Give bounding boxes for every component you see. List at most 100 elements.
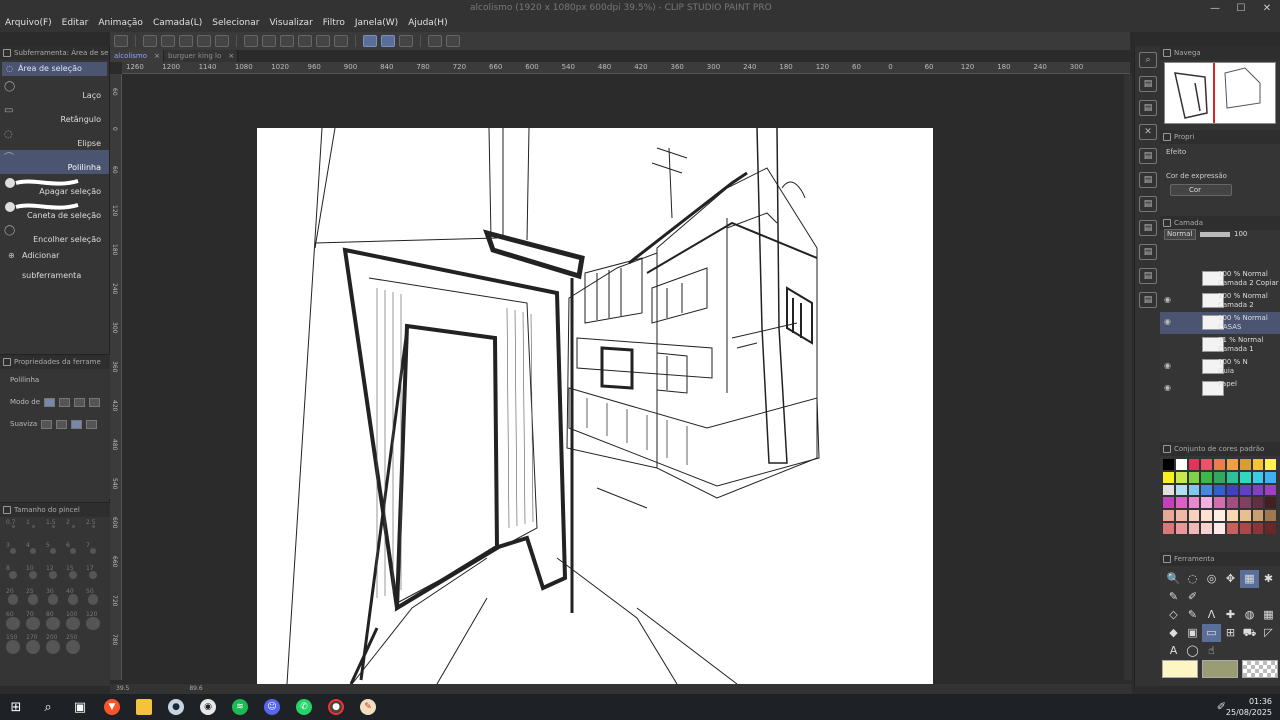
color-swatch[interactable] (1238, 521, 1252, 535)
subtool-laco[interactable]: ◯ Laço (0, 78, 109, 102)
color-swatch[interactable] (1162, 521, 1175, 535)
snap-ruler-button[interactable] (363, 35, 377, 47)
opacity-slider[interactable] (1200, 231, 1230, 237)
subtool-group-tab[interactable]: Área de seleção (2, 62, 107, 76)
eye-icon[interactable]: ◉ (1164, 361, 1171, 370)
color-swatch[interactable] (1200, 483, 1214, 497)
color-swatch[interactable] (1174, 483, 1188, 497)
color-swatch[interactable] (1200, 509, 1214, 522)
color-swatch[interactable] (1251, 509, 1265, 522)
menu-editar[interactable]: Editar (57, 0, 94, 32)
color-swatch[interactable] (1264, 496, 1278, 510)
color-swatch[interactable] (1213, 521, 1226, 535)
brush-size-preset[interactable] (47, 594, 59, 605)
whatsapp-icon[interactable]: ✆ (288, 694, 320, 720)
subtool-encolher-selecao[interactable]: ◯ Encolher seleção (0, 222, 109, 246)
color-swatch[interactable] (1162, 483, 1175, 497)
brave-browser-icon[interactable]: ▼ (96, 694, 128, 720)
mode-option-4[interactable] (89, 397, 101, 407)
color-swatch[interactable] (1264, 521, 1278, 535)
tool-icon[interactable]: ✥ (1221, 570, 1240, 588)
layer-row[interactable]: 100 % Normal Camada 2 Copiar (1160, 268, 1280, 290)
brush-size-preset[interactable] (26, 617, 40, 631)
color-swatch[interactable] (1238, 509, 1252, 522)
menu-visualizar[interactable]: Visualizar (264, 0, 317, 32)
menu-ajuda[interactable]: Ajuda(H) (403, 0, 452, 32)
color-swatch[interactable] (1264, 483, 1278, 497)
eye-icon[interactable]: ◉ (1164, 317, 1171, 326)
material-icon-3[interactable]: ▤ (1139, 148, 1157, 164)
expression-color-select[interactable]: Cor (1170, 184, 1232, 196)
search-icon[interactable]: ⌕ (1139, 52, 1157, 68)
color-swatch[interactable] (1174, 521, 1188, 535)
app-icon[interactable]: ◉ (192, 694, 224, 720)
smoothing-option-4[interactable] (86, 419, 98, 429)
color-swatch[interactable] (1238, 470, 1252, 484)
material-icon-8[interactable]: ▤ (1139, 268, 1157, 284)
steam-icon[interactable]: ● (160, 694, 192, 720)
material-icon-5[interactable]: ▤ (1139, 196, 1157, 212)
brush-size-preset[interactable] (67, 594, 79, 605)
record-app-icon[interactable]: ● (320, 694, 352, 720)
tool-icon[interactable]: ▣ (1183, 624, 1202, 642)
tool-icon[interactable]: ▦ (1240, 570, 1259, 588)
panel-menu-icon[interactable] (3, 506, 11, 514)
tool-icon[interactable]: ▭ (1202, 624, 1221, 642)
navigator-view-frame[interactable] (1213, 63, 1215, 123)
panel-menu-icon[interactable] (3, 49, 11, 57)
brush-size-preset[interactable] (6, 640, 20, 654)
tray-pen-icon[interactable]: ✐ (1217, 700, 1226, 713)
brush-size-preset[interactable] (46, 640, 60, 654)
vertical-ruler[interactable]: 60 0 60 120 180 240 300 360 420 480 540 600 660 720 78… (110, 74, 122, 680)
brush-size-preset[interactable] (48, 571, 58, 580)
undo-button[interactable] (197, 35, 211, 47)
color-swatch[interactable] (1213, 496, 1226, 510)
color-swatch[interactable] (1251, 483, 1265, 497)
color-swatch[interactable] (1251, 458, 1265, 471)
color-swatch[interactable] (1200, 458, 1214, 471)
tool-icon[interactable]: ✚ (1221, 606, 1240, 624)
menu-selecionar[interactable]: Selecionar (207, 0, 264, 32)
layer-row[interactable]: ◉ 100 % N Guia (1160, 356, 1280, 378)
windows-start-icon[interactable]: ⊞ (0, 694, 32, 720)
panel-menu-icon[interactable] (1163, 445, 1171, 453)
color-swatch[interactable] (1225, 509, 1239, 522)
eye-icon[interactable]: ◉ (1164, 383, 1171, 392)
main-color-swatch[interactable] (1162, 660, 1198, 678)
close-tab-icon[interactable]: × (228, 50, 234, 62)
brush-size-preset[interactable] (50, 548, 56, 554)
spotify-icon[interactable]: ≋ (224, 694, 256, 720)
system-clock[interactable]: 01:36 25/08/2025 (1226, 696, 1272, 718)
smoothing-option-3[interactable] (71, 419, 83, 429)
color-swatch[interactable] (1264, 470, 1278, 484)
transform-button[interactable] (280, 35, 294, 47)
brush-size-preset[interactable] (28, 571, 38, 580)
menu-camada[interactable]: Camada(L) (148, 0, 207, 32)
new-file-button[interactable] (143, 35, 157, 47)
help-button[interactable] (446, 35, 460, 47)
color-swatch[interactable] (1174, 470, 1188, 484)
brush-size-preset[interactable] (31, 525, 35, 528)
color-swatch[interactable] (1238, 496, 1252, 510)
menu-animacao[interactable]: Animação (93, 0, 148, 32)
tool-icon[interactable] (1259, 588, 1278, 606)
color-swatch[interactable] (1162, 470, 1175, 484)
color-swatch[interactable] (1225, 483, 1239, 497)
color-swatch[interactable] (1251, 470, 1265, 484)
mode-option-1[interactable] (44, 397, 56, 407)
tool-icon[interactable]: ◸ (1259, 624, 1278, 642)
file-explorer-icon[interactable] (128, 694, 160, 720)
color-swatch[interactable] (1225, 458, 1239, 471)
snap-grid-button[interactable] (399, 35, 413, 47)
color-swatch[interactable] (1238, 458, 1252, 471)
color-swatch[interactable] (1238, 483, 1252, 497)
material-icon-9[interactable]: ▤ (1139, 292, 1157, 308)
color-swatch[interactable] (1162, 458, 1175, 471)
color-swatch[interactable] (1225, 496, 1239, 510)
invert-selection-button[interactable] (334, 35, 348, 47)
tool-icon[interactable]: Ʌ (1202, 606, 1221, 624)
material-icon-6[interactable]: ▤ (1139, 220, 1157, 236)
mode-option-2[interactable] (59, 397, 71, 407)
brush-size-preset[interactable] (66, 617, 80, 631)
color-swatch[interactable] (1200, 470, 1214, 484)
